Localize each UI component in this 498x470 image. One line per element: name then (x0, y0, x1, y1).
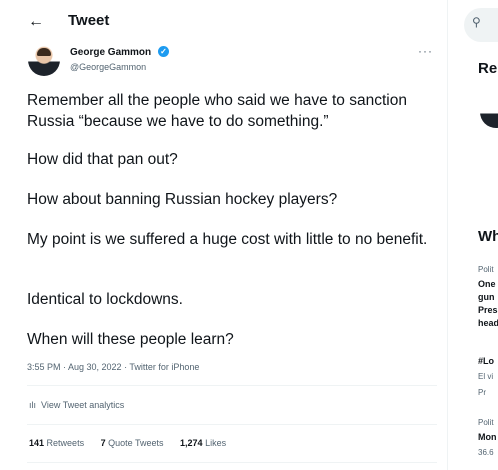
trend-line[interactable]: Mon (478, 432, 497, 442)
whats-happening-title: Wh (478, 228, 498, 245)
trend-line: 36.6 (478, 448, 494, 457)
tweet-paragraph: How about banning Russian hockey players… (27, 191, 338, 208)
tweet-paragraph: When will these people learn? (27, 331, 234, 348)
likes-count: 1,274 (180, 438, 203, 448)
more-options-icon[interactable]: ··· (418, 44, 433, 58)
tweet-paragraph: Identical to lockdowns. (27, 291, 183, 308)
tweet-header: ← Tweet (0, 0, 448, 44)
quote-tweets-stat[interactable]: 7 Quote Tweets (101, 438, 164, 448)
retweets-stat[interactable]: 141 Retweets (29, 438, 84, 448)
tweet-paragraph: How did that pan out? (27, 151, 178, 168)
page-title: Tweet (68, 12, 110, 29)
tweet-timestamp[interactable]: 3:55 PM · Aug 30, 2022 · Twitter for iPh… (27, 362, 199, 372)
divider (27, 385, 437, 386)
likes-label: Likes (205, 438, 227, 448)
arrow-left-icon[interactable]: ← (24, 10, 48, 34)
trend-line[interactable]: Pres (478, 305, 498, 315)
author-name[interactable]: George Gammon (70, 47, 151, 58)
likes-stat[interactable]: 1,274 Likes (180, 438, 226, 448)
quotes-label: Quote Tweets (108, 438, 164, 448)
retweets-count: 141 (29, 438, 45, 448)
relevant-people-title: Rel (478, 60, 498, 77)
tweet-paragraph: My point is we suffered a huge cost with… (27, 231, 428, 248)
search-icon: ⚲ (472, 15, 481, 29)
divider (27, 462, 437, 463)
trend-category: Polit (478, 418, 494, 427)
tweet-stats: 141 Retweets 7 Quote Tweets 1,274 Likes (29, 438, 240, 448)
trend-line[interactable]: gun (478, 292, 495, 302)
author-handle[interactable]: @GeorgeGammon (70, 62, 146, 72)
quotes-count: 7 (100, 438, 106, 448)
view-analytics-link[interactable]: ılı View Tweet analytics (29, 400, 124, 410)
relevant-person-avatar[interactable] (480, 96, 498, 128)
analytics-label: View Tweet analytics (41, 400, 125, 410)
verified-badge-icon: ✓ (158, 46, 169, 57)
trend-category: Polit (478, 265, 494, 274)
right-sidebar: ⚲ Rel Wh Polit One gun Pres head #Lo El … (448, 0, 498, 470)
tweet-detail-column: ← Tweet George Gammon ✓ @GeorgeGammon ··… (0, 0, 448, 470)
trend-line[interactable]: #Lo (478, 356, 494, 366)
search-input[interactable] (464, 8, 498, 42)
trend-line[interactable]: One (478, 279, 496, 289)
retweets-label: Retweets (46, 438, 85, 448)
trend-line[interactable]: El vi (478, 372, 493, 381)
trend-line[interactable]: Pr (478, 388, 486, 397)
author-avatar[interactable] (28, 44, 60, 76)
analytics-icon: ılı (29, 400, 37, 410)
trend-line[interactable]: head (478, 318, 498, 328)
tweet-paragraph: Remember all the people who said we have… (27, 92, 407, 130)
divider (27, 424, 437, 425)
